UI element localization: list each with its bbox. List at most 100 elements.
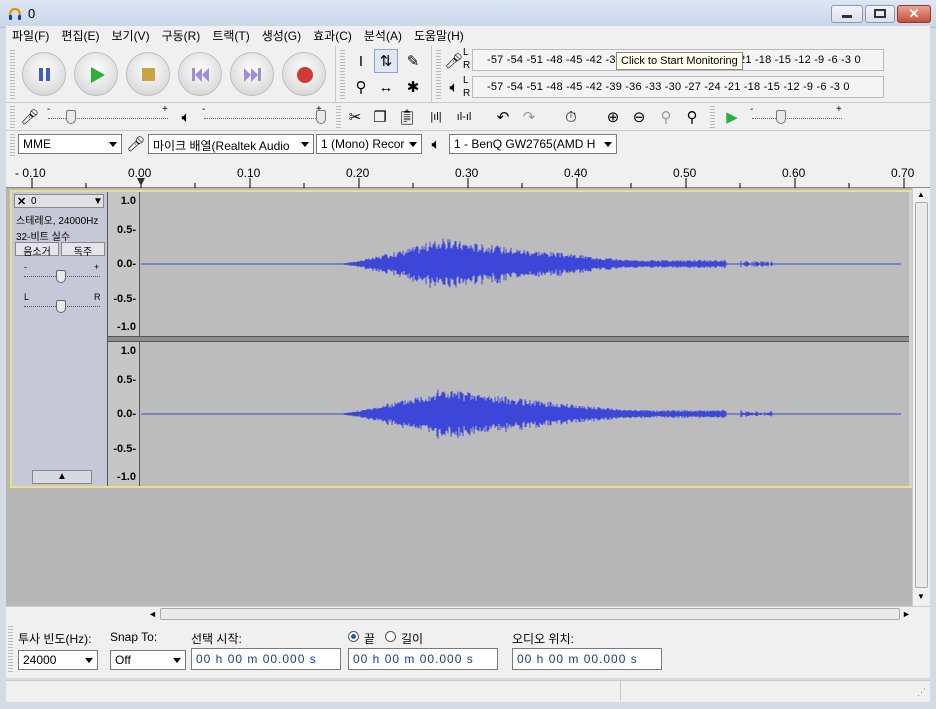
menu-edit[interactable]: 편집(E) [55, 26, 105, 46]
output-volume-slider[interactable] [204, 118, 322, 119]
waveform-left-channel[interactable] [141, 192, 909, 336]
play-at-speed-icon[interactable]: ▶ [720, 105, 744, 129]
menu-view[interactable]: 보기(V) [105, 26, 155, 46]
pause-icon [39, 68, 50, 81]
selection-start-field[interactable]: 00 h 00 m 00.000 s [191, 648, 341, 670]
scroll-left-icon[interactable]: ◄ [148, 609, 157, 619]
multi-tool-icon[interactable]: ✱ [401, 75, 425, 99]
input-volume-thumb[interactable] [66, 110, 76, 124]
skip-start-icon [192, 68, 209, 82]
skip-to-end-button[interactable] [230, 52, 274, 96]
toolbar-grip[interactable] [336, 106, 341, 128]
scale-label: 0.0- [117, 408, 136, 420]
meter-r-label: R [463, 88, 471, 99]
audio-position-field[interactable]: 00 h 00 m 00.000 s [512, 648, 662, 670]
timeline-ruler[interactable]: - 0.10 0.00 0.10 0.20 0.30 0.40 0.50 0.6… [6, 158, 930, 188]
menu-file[interactable]: 파일(F) [6, 26, 55, 46]
vertical-scale[interactable]: 1.0 0.5- 0.0- -0.5- -1.0 [108, 192, 140, 336]
menu-effect[interactable]: 효과(C) [307, 26, 358, 46]
zoom-out-icon[interactable]: ⊖ [627, 105, 651, 129]
record-button[interactable] [282, 52, 326, 96]
waveform-left [141, 238, 901, 288]
waveform-right-channel[interactable] [141, 342, 909, 486]
output-device-select[interactable]: 1 - BenQ GW2765(AMD H [449, 134, 617, 154]
pause-button[interactable] [22, 52, 66, 96]
selection-end-field[interactable]: 00 h 00 m 00.000 s [348, 648, 498, 670]
undo-icon[interactable]: ↶ [491, 105, 515, 129]
maximize-button[interactable] [865, 5, 895, 23]
menu-analyze[interactable]: 분석(A) [358, 26, 408, 46]
track-menu-chevron-icon[interactable]: ▼ [93, 196, 103, 207]
sync-lock-icon[interactable]: ⏱︎ [559, 105, 583, 129]
trim-icon[interactable]: |ıl| [424, 105, 448, 129]
cut-icon[interactable]: ✂ [343, 105, 367, 129]
length-radio[interactable] [385, 631, 396, 642]
audio-host-select[interactable]: MME [18, 134, 122, 154]
time-shift-tool-icon[interactable]: ↔ [374, 75, 398, 99]
toolbar-grip[interactable] [710, 106, 715, 128]
horizontal-scroll-thumb[interactable] [160, 608, 900, 620]
menu-tracks[interactable]: 트랙(T) [206, 26, 255, 46]
horizontal-scrollbar[interactable]: ◄ ► [6, 606, 930, 622]
zoom-in-icon[interactable]: ⊕ [601, 105, 625, 129]
close-button[interactable]: ✕ [897, 5, 931, 23]
silence-icon[interactable]: ıl-ıl [452, 105, 476, 129]
audacity-logo-icon [9, 7, 21, 20]
toolbar-grip[interactable] [436, 50, 441, 100]
pan-slider-thumb[interactable] [56, 300, 66, 313]
collapse-track-icon[interactable]: ▲ [32, 470, 92, 484]
stop-button[interactable] [126, 52, 170, 96]
skip-to-start-button[interactable] [178, 52, 222, 96]
toolbar-grip[interactable] [10, 106, 15, 128]
project-rate-select[interactable]: 24000 [18, 650, 98, 670]
slider-max-label: + [836, 104, 842, 115]
input-device-select[interactable]: 마이크 배열(Realtek Audio [148, 134, 314, 154]
scroll-down-icon[interactable]: ▼ [917, 592, 925, 601]
toolbar-grip[interactable] [340, 50, 345, 100]
vertical-scale[interactable]: 1.0 0.5- 0.0- -0.5- -1.0 [108, 342, 140, 486]
playback-meter[interactable]: -57 -54 -51 -48 -45 -42 -39 -36 -33 -30 … [472, 76, 884, 98]
draw-tool-icon[interactable]: ✎ [401, 49, 425, 73]
track-close-icon[interactable]: ✕ [17, 195, 26, 208]
mute-button[interactable]: 음소거 [15, 242, 59, 258]
track-title-bar[interactable]: ✕ 0 ▼ [14, 194, 104, 208]
toolbar-grip[interactable] [8, 626, 13, 672]
play-speed-slider[interactable] [752, 118, 842, 119]
stop-icon [142, 68, 155, 81]
scroll-right-icon[interactable]: ► [902, 609, 911, 619]
gain-slider-thumb[interactable] [56, 270, 66, 283]
resize-grip-icon[interactable]: ⋰ [917, 687, 926, 698]
paste-icon[interactable]: 📋︎ [395, 105, 419, 129]
output-device-speaker-icon: 🔈︎ [431, 135, 441, 153]
snap-to-select[interactable]: Off [110, 650, 186, 670]
zoom-tool-icon[interactable]: ⚲ [349, 75, 373, 99]
end-radio[interactable] [348, 631, 359, 642]
copy-icon[interactable]: ❐ [368, 105, 392, 129]
audio-host-value: MME [23, 137, 51, 151]
input-volume-mic-icon: 🎤︎ [20, 109, 40, 126]
menu-transport[interactable]: 구동(R) [156, 26, 207, 46]
redo-icon[interactable]: ↷ [517, 105, 541, 129]
menu-generate[interactable]: 생성(G) [256, 26, 307, 46]
envelope-tool-icon[interactable]: ⇅ [374, 49, 398, 73]
vertical-scroll-thumb[interactable] [915, 202, 928, 588]
play-button[interactable] [74, 52, 118, 96]
output-volume-thumb[interactable] [316, 110, 326, 124]
minimize-button[interactable] [831, 5, 863, 23]
play-speed-thumb[interactable] [776, 110, 786, 124]
toolbar-grip[interactable] [10, 50, 15, 100]
snap-to-value: Off [115, 653, 131, 667]
menu-help[interactable]: 도움말(H) [408, 26, 470, 46]
fit-selection-icon[interactable]: ⚲ [654, 105, 678, 129]
fit-project-icon[interactable]: ⚲ [680, 105, 704, 129]
input-channels-select[interactable]: 1 (Mono) Recor [316, 134, 422, 154]
vertical-scrollbar[interactable]: ▲ ▼ [912, 188, 930, 606]
play-icon [91, 67, 105, 83]
playback-meter-scale: -57 -54 -51 -48 -45 -42 -39 -36 -33 -30 … [487, 81, 850, 93]
solo-button[interactable]: 독주 [61, 242, 105, 258]
skip-end-icon [244, 68, 261, 82]
scroll-up-icon[interactable]: ▲ [917, 190, 925, 199]
audio-track[interactable]: ✕ 0 ▼ 스테레오, 24000Hz 32-비트 실수 음소거 독주 - + … [10, 190, 912, 488]
toolbar-grip[interactable] [10, 134, 15, 156]
selection-tool-icon[interactable]: I [349, 49, 373, 73]
